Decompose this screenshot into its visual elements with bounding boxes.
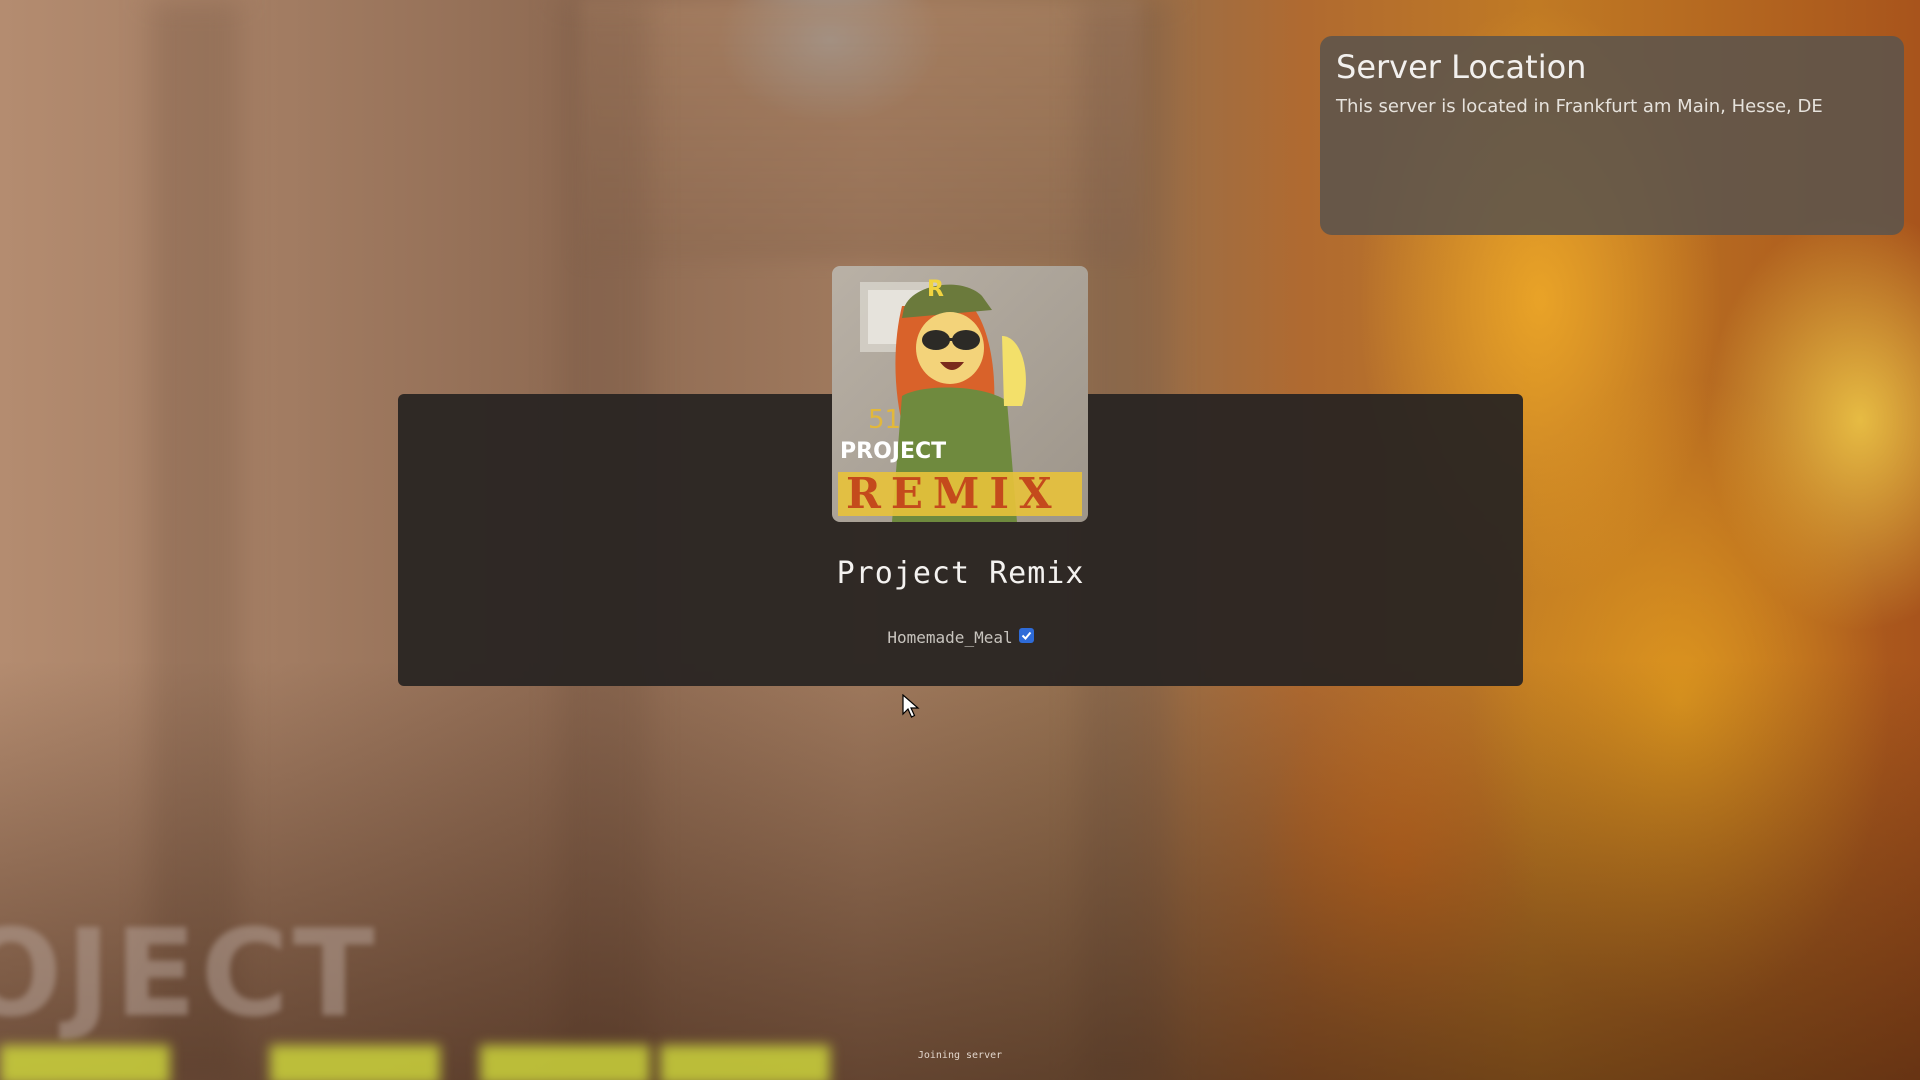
server-name: Project Remix bbox=[836, 556, 1085, 591]
icon-text-top: PROJECT bbox=[840, 439, 946, 464]
joining-status: Joining server bbox=[917, 1050, 1003, 1061]
project-remix-logo: R 51 PROJECT REMIX bbox=[838, 277, 1082, 522]
background-watermark: OJECT bbox=[0, 905, 379, 1044]
owner-name: Homemade_Meal bbox=[887, 628, 1013, 647]
background-window bbox=[580, 0, 1140, 260]
svg-text:R: R bbox=[927, 277, 944, 302]
server-location-description: This server is located in Frankfurt am M… bbox=[1336, 96, 1823, 117]
server-location-title: Server Location bbox=[1336, 48, 1587, 86]
mouse-cursor-icon bbox=[902, 694, 920, 718]
verified-badge-icon bbox=[1018, 628, 1034, 643]
server-icon: R 51 PROJECT REMIX bbox=[832, 266, 1088, 522]
icon-badge-number: 51 bbox=[868, 405, 901, 435]
server-location-card: Server Location This server is located i… bbox=[1320, 36, 1904, 235]
server-owner: Homemade_Meal bbox=[398, 628, 1523, 647]
icon-text-bottom: REMIX bbox=[846, 469, 1062, 518]
